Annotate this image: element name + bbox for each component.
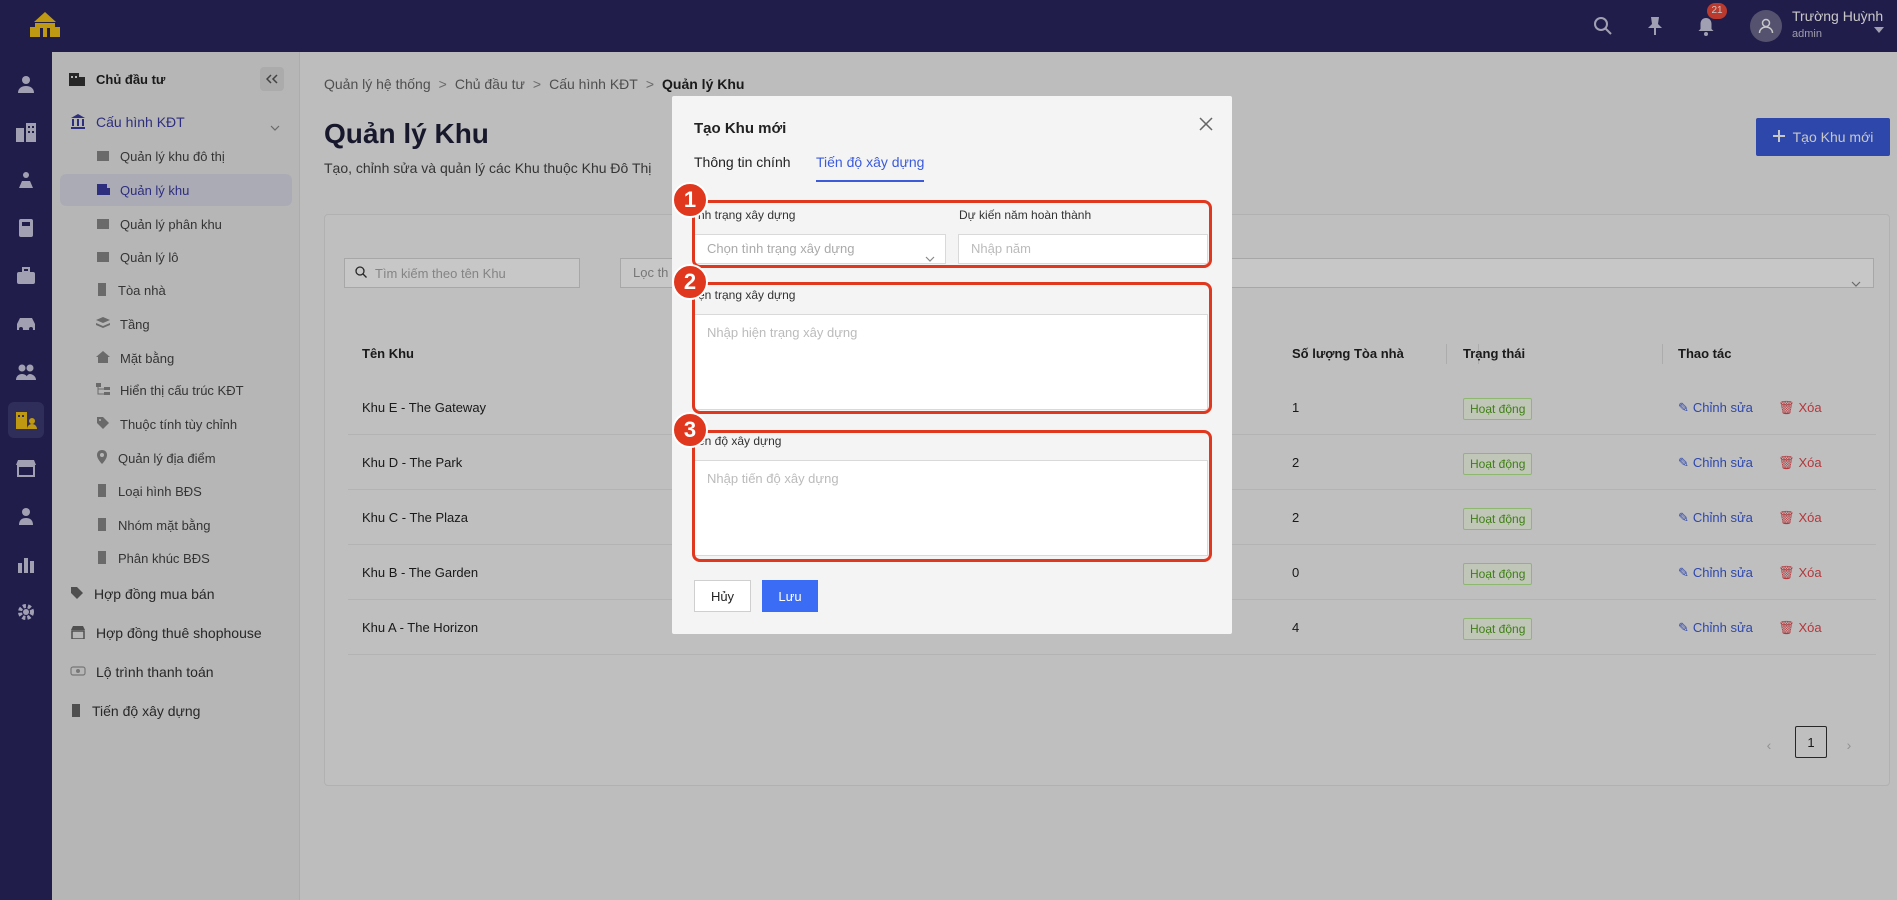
annotation-highlight: [692, 200, 1212, 268]
tab-tien-do-xay-dung[interactable]: Tiến độ xây dựng: [816, 154, 925, 182]
annotation-number: 1: [672, 182, 708, 218]
save-button[interactable]: Lưu: [762, 580, 818, 612]
modal-tabs: Thông tin chính Tiến độ xây dựng: [694, 154, 1214, 186]
tab-thong-tin-chinh[interactable]: Thông tin chính: [694, 154, 791, 170]
annotation-number: 3: [672, 412, 708, 448]
modal-title: Tạo Khu mới: [694, 120, 787, 137]
close-icon[interactable]: [1196, 114, 1216, 134]
cancel-button[interactable]: Hủy: [694, 580, 751, 612]
annotation-highlight: [692, 282, 1212, 414]
annotation-highlight: [692, 430, 1212, 562]
annotation-number: 2: [672, 264, 708, 300]
